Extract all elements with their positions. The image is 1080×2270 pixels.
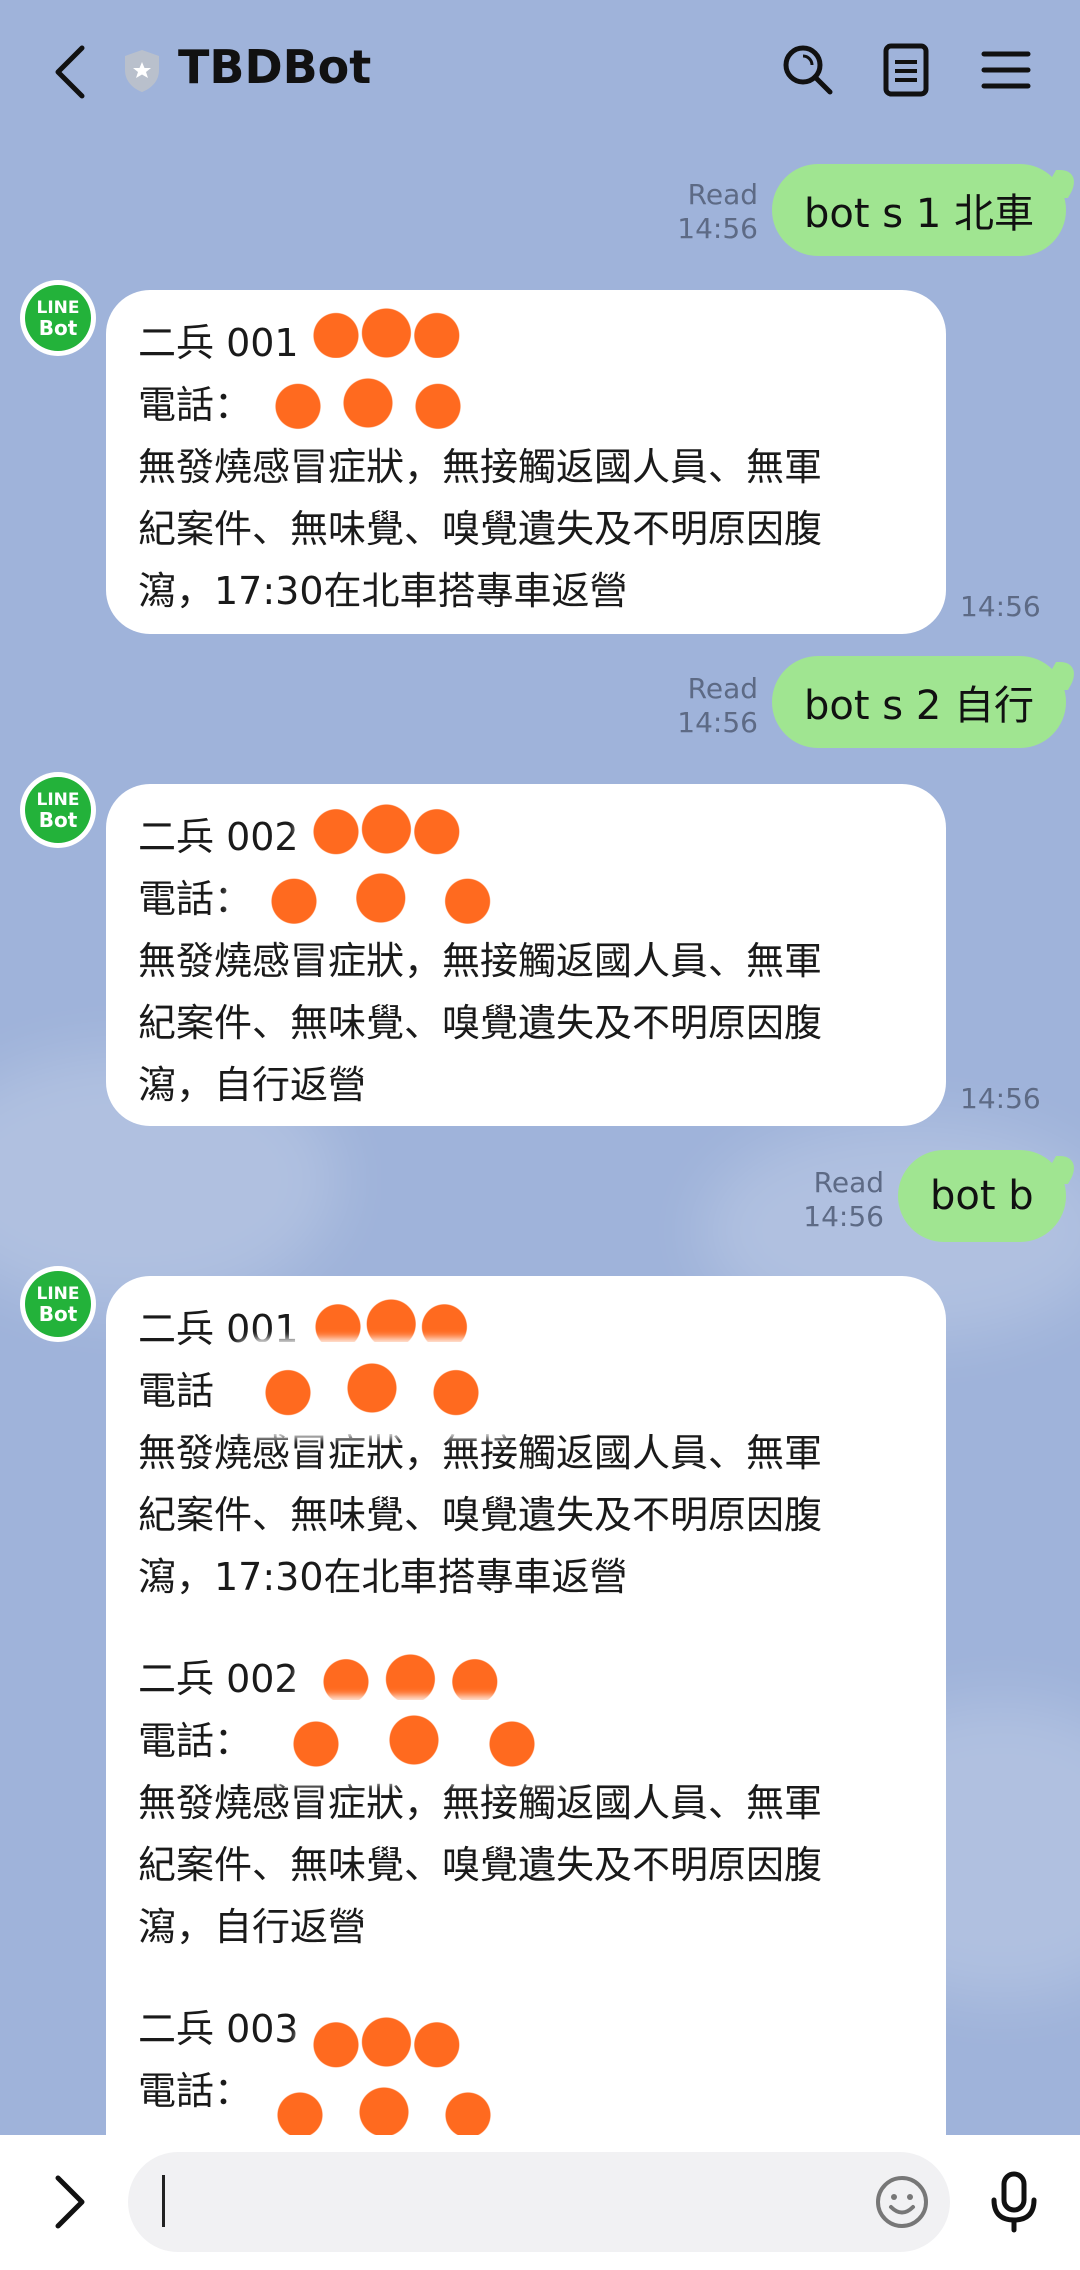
redaction-sticker [300,1652,530,1706]
outgoing-message[interactable]: bot b [898,1150,1066,1242]
bot-avatar[interactable]: LINE Bot [20,1266,96,1342]
redaction-sticker [246,1700,596,1780]
message-text: 二兵 002 電話： 無發燒感冒症狀，無接觸返國人員、無軍 紀案件、無味覺、嗅覺… [138,1657,823,1949]
menu-icon[interactable] [976,40,1036,100]
bot-avatar[interactable]: LINE Bot [20,772,96,848]
back-icon[interactable] [50,42,90,102]
chat-header: TBDBot [0,0,1080,145]
bot-avatar[interactable]: LINE Bot [20,280,96,356]
outgoing-message[interactable]: bot s 2 自行 [772,656,1066,748]
shield-icon [125,50,159,92]
search-icon[interactable] [778,40,838,100]
read-receipt: Read 14:56 [677,178,758,245]
message-time: 14:56 [960,1082,1041,1115]
message-text: 二兵 001 電話： 無發燒感冒症狀，無接觸返國人員、無軍 紀案件、無味覺、嗅覺… [138,321,823,613]
redaction-sticker [300,308,480,358]
mic-icon[interactable] [984,2170,1044,2234]
incoming-message[interactable]: 二兵 002 電話： 無發燒感冒症狀，無接觸返國人員、無軍 紀案件、無味覺、嗅覺… [106,784,946,1126]
message-text: 二兵 002 電話： 無發燒感冒症狀，無接觸返國人員、無軍 紀案件、無味覺、嗅覺… [138,815,823,1107]
redaction-sticker [300,802,480,856]
message-input[interactable] [128,2152,950,2252]
redaction-sticker [228,1342,528,1434]
redaction-sticker [248,370,498,436]
read-receipt: Read 14:56 [677,672,758,739]
expand-icon[interactable] [50,2172,90,2232]
emoji-icon[interactable] [874,2174,930,2230]
incoming-message[interactable]: 二兵 001 電話： 無發燒感冒症狀，無接觸返國人員、無軍 紀案件、無味覺、嗅覺… [106,290,946,634]
message-time: 14:56 [960,590,1041,623]
redaction-sticker [300,2014,480,2070]
notes-icon[interactable] [876,40,936,100]
chat-title: TBDBot [178,40,372,94]
redaction-sticker [232,866,542,930]
redaction-sticker [240,2082,540,2142]
read-receipt: Read 14:56 [803,1166,884,1233]
text-caret [162,2175,165,2227]
outgoing-message[interactable]: bot s 1 北車 [772,164,1066,256]
